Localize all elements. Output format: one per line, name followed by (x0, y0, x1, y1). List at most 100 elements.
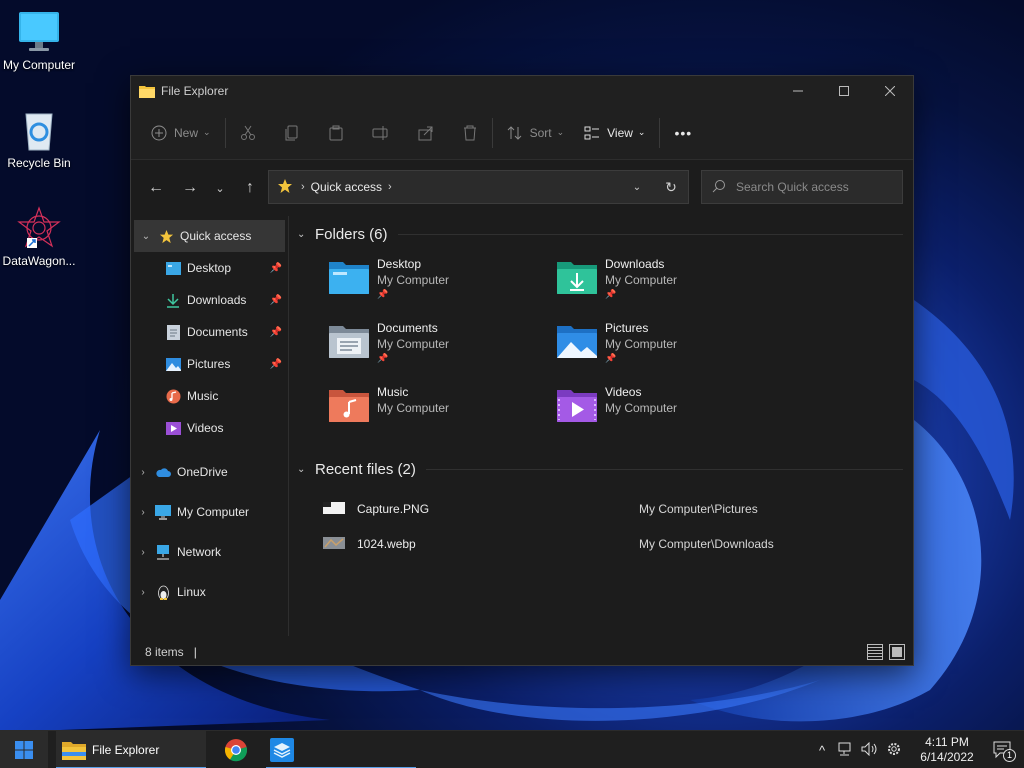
folder-tile-documents[interactable]: Documents My Computer 📌 (327, 320, 537, 378)
close-icon (885, 86, 895, 96)
settings-gear-icon[interactable] (882, 741, 906, 760)
sidebar-item-network[interactable]: Network › (131, 532, 288, 572)
download-arrow-icon (165, 292, 181, 308)
item-count: 8 items (145, 645, 184, 659)
desktop-folder-icon (327, 256, 371, 296)
notification-center-button[interactable]: 1 (982, 731, 1024, 768)
clock[interactable]: 4:11 PM 6/14/2022 (912, 735, 982, 765)
documents-folder-icon (327, 320, 371, 360)
address-dropdown-button[interactable]: ⌄ (620, 182, 654, 193)
sidebar-item-quick-access[interactable]: ⌄ Quick access (134, 220, 285, 252)
volume-icon[interactable] (858, 741, 882, 759)
copy-button[interactable] (274, 117, 310, 149)
recent-files-section-header[interactable]: ⌄ Recent files (2) (293, 453, 909, 485)
sidebar-item-downloads[interactable]: Downloads 📌 (131, 284, 288, 316)
folder-name: Downloads (605, 257, 665, 271)
taskbar-file-explorer[interactable]: File Explorer (56, 731, 206, 768)
chevron-right-icon[interactable]: › (131, 467, 155, 478)
details-view-button[interactable] (867, 644, 883, 660)
image-file-icon (323, 501, 345, 516)
list-item[interactable]: Capture.PNG My Computer\Pictures (323, 491, 903, 526)
paste-button[interactable] (318, 117, 354, 149)
clock-time: 4:11 PM (925, 735, 969, 749)
close-button[interactable] (867, 76, 913, 106)
datawagon-icon (17, 206, 61, 250)
section-divider (397, 233, 903, 235)
address-bar[interactable]: › Quick access › ⌄ ↻ (268, 170, 689, 204)
folder-location: My Computer (377, 401, 450, 415)
breadcrumb-separator-icon: › (301, 181, 305, 193)
title-bar[interactable]: File Explorer (131, 76, 913, 106)
sidebar-item-my-computer[interactable]: › My Computer (131, 492, 288, 532)
desktop-icon-datawagon[interactable]: DataWagon... (0, 206, 78, 268)
sidebar-item-linux[interactable]: › Linux (131, 572, 288, 612)
refresh-button[interactable]: ↻ (654, 179, 688, 196)
minimize-button[interactable] (775, 76, 821, 106)
chevron-right-icon[interactable]: › (131, 547, 155, 558)
desktop-icon-recycle-bin[interactable]: Recycle Bin (0, 108, 78, 170)
music-folder-icon (327, 384, 371, 424)
sidebar-item-music[interactable]: Music (131, 380, 288, 412)
taskbar-app-label: File Explorer (92, 743, 160, 757)
file-explorer-window: File Explorer New ⌄ Sort ⌄ View ⌄ ••• ← … (130, 75, 914, 666)
forward-button[interactable]: → (175, 173, 205, 203)
chevron-right-icon[interactable]: › (131, 507, 155, 518)
recent-locations-button[interactable]: ⌄ (205, 173, 235, 203)
sidebar-item-videos[interactable]: Videos (131, 412, 288, 444)
section-divider (425, 468, 903, 470)
folder-tile-desktop[interactable]: Desktop My Computer 📌 (327, 256, 537, 314)
start-button[interactable] (0, 730, 48, 768)
folder-name: Desktop (377, 257, 422, 271)
toolbar-divider (224, 117, 226, 148)
penguin-icon (155, 584, 171, 600)
breadcrumb-quick-access[interactable]: Quick access (311, 180, 382, 194)
search-box[interactable]: Search Quick access (701, 170, 903, 204)
desktop-icon-label: DataWagon... (2, 254, 76, 268)
large-icons-view-button[interactable] (889, 644, 905, 660)
pin-icon[interactable]: 📌 (270, 295, 282, 306)
sidebar-item-desktop[interactable]: Desktop 📌 (131, 252, 288, 284)
rename-button[interactable] (362, 117, 400, 149)
status-bar: 8 items | (131, 639, 913, 665)
list-item[interactable]: 1024.webp My Computer\Downloads (323, 526, 903, 561)
view-label: View (607, 125, 633, 140)
cut-button[interactable] (230, 117, 266, 149)
recent-files-list: Capture.PNG My Computer\Pictures 1024.we… (323, 491, 903, 561)
sidebar-item-pictures[interactable]: Pictures 📌 (131, 348, 288, 380)
chevron-down-icon: ⌄ (297, 463, 306, 475)
chevron-right-icon[interactable]: › (131, 587, 155, 598)
share-icon (418, 126, 433, 140)
folder-tile-music[interactable]: Music My Computer (327, 384, 537, 442)
minimize-icon (793, 90, 803, 92)
sort-button[interactable]: Sort ⌄ (497, 117, 575, 149)
folder-icon (62, 742, 86, 760)
folder-tile-downloads[interactable]: Downloads My Computer 📌 (555, 256, 765, 314)
sidebar-item-onedrive[interactable]: › OneDrive (131, 452, 288, 492)
back-button[interactable]: ← (141, 173, 171, 203)
network-status-icon[interactable] (834, 742, 858, 759)
more-options-button[interactable]: ••• (664, 117, 702, 149)
desktop-icon-my-computer[interactable]: My Computer (0, 10, 78, 72)
sidebar-item-documents[interactable]: Documents 📌 (131, 316, 288, 348)
new-button[interactable]: New ⌄ (141, 117, 221, 149)
maximize-button[interactable] (821, 76, 867, 106)
delete-button[interactable] (452, 117, 488, 149)
pin-icon[interactable]: 📌 (270, 359, 282, 370)
share-button[interactable] (408, 117, 444, 149)
sidebar-item-label: Desktop (187, 261, 232, 275)
chevron-down-icon: ⌄ (203, 127, 211, 137)
folders-section-header[interactable]: ⌄ Folders (6) (293, 218, 909, 250)
view-button[interactable]: View ⌄ (574, 117, 655, 149)
show-hidden-icons-button[interactable]: ^ (810, 743, 834, 758)
taskbar-app-box[interactable] (266, 731, 416, 768)
window-title: File Explorer (161, 84, 229, 98)
folder-tile-pictures[interactable]: Pictures My Computer 📌 (555, 320, 765, 378)
sort-label: Sort (529, 125, 552, 140)
pin-icon[interactable]: 📌 (270, 327, 282, 338)
folder-tile-videos[interactable]: Videos My Computer (555, 384, 765, 442)
file-name: 1024.webp (357, 536, 416, 551)
up-button[interactable]: ↑ (235, 173, 265, 203)
taskbar-chrome[interactable] (222, 731, 250, 768)
chevron-down-icon: ⌄ (297, 228, 306, 240)
pin-icon[interactable]: 📌 (270, 263, 282, 274)
